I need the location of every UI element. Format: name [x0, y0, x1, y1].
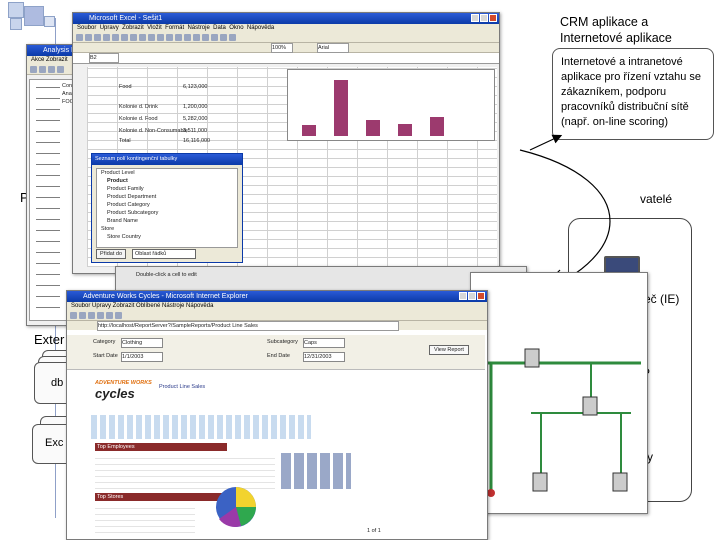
- report-title: Product Line Sales: [159, 384, 206, 390]
- minimize-button[interactable]: [459, 292, 467, 300]
- chart-bar: [366, 120, 380, 136]
- start-date-label: Start Date: [93, 353, 118, 359]
- add-to-button[interactable]: Přidat do: [96, 249, 127, 259]
- network-diagram: [481, 348, 641, 497]
- start-date-input[interactable]: 1/1/2003: [121, 352, 163, 362]
- menu-item[interactable]: Úpravy: [100, 25, 119, 31]
- address-bar[interactable]: http://localhost/ReportServer?/SampleRep…: [97, 321, 399, 331]
- brand-line2: cycles: [95, 386, 135, 401]
- menubar: Soubor Úpravy Zobrazit Vložit Formát Nás…: [73, 24, 499, 33]
- browser-toolbar: [67, 311, 487, 321]
- row-label: Kolonie d. Food: [119, 116, 158, 122]
- menu-item[interactable]: Okno: [229, 25, 243, 31]
- row-label: Kolonie d. Non-Consumable: [119, 128, 188, 134]
- window-controls[interactable]: [459, 292, 485, 300]
- report-body: ADVENTURE WORKS cycles Product Line Sale…: [91, 375, 485, 535]
- browser-title: Adventure Works Cycles - Microsoft Inter…: [83, 293, 248, 300]
- row-value: 1,200,000: [183, 104, 208, 110]
- field-item[interactable]: Product Department: [97, 193, 237, 201]
- subcategory-select[interactable]: Caps: [303, 338, 345, 348]
- end-date-label: End Date: [267, 353, 290, 359]
- name-box[interactable]: B2: [89, 53, 119, 63]
- field-item[interactable]: Product Category: [97, 201, 237, 209]
- browser-menubar: Soubor Úpravy Zobrazit Oblíbené Nástroje…: [67, 302, 487, 311]
- brand-logo: ADVENTURE WORKS cycles: [95, 379, 165, 413]
- maximize-button[interactable]: [468, 292, 476, 300]
- field-item[interactable]: Brand Name: [97, 217, 237, 225]
- browser-window[interactable]: Adventure Works Cycles - Microsoft Inter…: [66, 290, 488, 540]
- end-date-input[interactable]: 12/31/2003: [303, 352, 345, 362]
- network-diagram-window[interactable]: [470, 272, 648, 514]
- chart-bar: [302, 125, 316, 136]
- standard-toolbar: [73, 33, 499, 43]
- view-report-button[interactable]: View Report: [429, 345, 469, 355]
- page-info: 1 of 1: [367, 528, 381, 534]
- field-item[interactable]: Product Family: [97, 185, 237, 193]
- arrow-to-callout: [529, 134, 563, 151]
- field-item[interactable]: Product: [97, 177, 237, 185]
- field-item[interactable]: Product Level: [97, 169, 237, 177]
- designer-hint: Double-click a cell to edit: [136, 272, 197, 278]
- chart-bar: [334, 80, 348, 136]
- browser-titlebar[interactable]: Adventure Works Cycles - Microsoft Inter…: [67, 291, 487, 302]
- excel-window[interactable]: Microsoft Excel - Sešit1 Soubor Úpravy Z…: [72, 12, 500, 274]
- chart-bar: [430, 117, 444, 136]
- menu-item[interactable]: Formát: [165, 25, 184, 31]
- category-select[interactable]: Clothing: [121, 338, 163, 348]
- row-value: 5,282,000: [183, 116, 208, 122]
- excel-title: Microsoft Excel - Sešit1: [89, 15, 163, 22]
- subcategory-label: Subcategory: [267, 339, 298, 345]
- menu-item[interactable]: Vložit: [147, 25, 162, 31]
- zoom-selector[interactable]: 100%: [271, 43, 293, 53]
- close-button[interactable]: [489, 14, 497, 22]
- menu-item[interactable]: Nápověda: [247, 25, 274, 31]
- tree-view[interactable]: [36, 84, 60, 314]
- minimize-button[interactable]: [471, 14, 479, 22]
- section-top-employees: Top Employees: [95, 443, 227, 451]
- field-item[interactable]: Store: [97, 225, 237, 233]
- category-label: Category: [93, 339, 116, 345]
- close-button[interactable]: [477, 292, 485, 300]
- row-label: Total: [119, 138, 131, 144]
- spreadsheet-grid[interactable]: Food 6,123,000 Kolonie d. Drink 1,200,00…: [87, 67, 497, 267]
- menu-item[interactable]: Data: [213, 25, 226, 31]
- row-label: Food: [119, 84, 132, 90]
- pie-chart: [216, 487, 256, 527]
- employees-bar-strip: [281, 453, 351, 489]
- pivot-chart[interactable]: [287, 69, 495, 141]
- dialog-titlebar[interactable]: Seznam polí kontingenční tabulky: [92, 154, 242, 165]
- window-titlebar[interactable]: Microsoft Excel - Sešit1: [73, 13, 499, 24]
- report-stripes: [91, 415, 311, 439]
- row-value: 3,511,000: [183, 128, 208, 134]
- row-value: 6,123,000: [183, 84, 208, 90]
- menu-item[interactable]: Zobrazit: [122, 25, 144, 31]
- report-parameters: Category Clothing Subcategory Caps Start…: [67, 335, 485, 370]
- menu-item[interactable]: Soubor: [77, 25, 96, 31]
- field-item[interactable]: Product Subcategory: [97, 209, 237, 217]
- stores-table: [95, 503, 195, 533]
- area-dropdown[interactable]: Oblast řádků: [132, 249, 196, 259]
- font-selector[interactable]: Arial: [317, 43, 349, 53]
- menu-item[interactable]: Nástroje: [187, 25, 209, 31]
- pivot-field-dialog[interactable]: Seznam polí kontingenční tabulky Product…: [91, 153, 243, 263]
- field-item[interactable]: Store Country: [97, 233, 237, 241]
- chart-bar: [398, 124, 412, 136]
- formatting-toolbar: Arial 100%: [73, 43, 499, 53]
- row-label: Kolonie d. Drink: [119, 104, 158, 110]
- window-controls[interactable]: [471, 14, 497, 22]
- maximize-button[interactable]: [480, 14, 488, 22]
- row-value: 16,116,000: [183, 138, 211, 144]
- chart-bars: [302, 76, 458, 136]
